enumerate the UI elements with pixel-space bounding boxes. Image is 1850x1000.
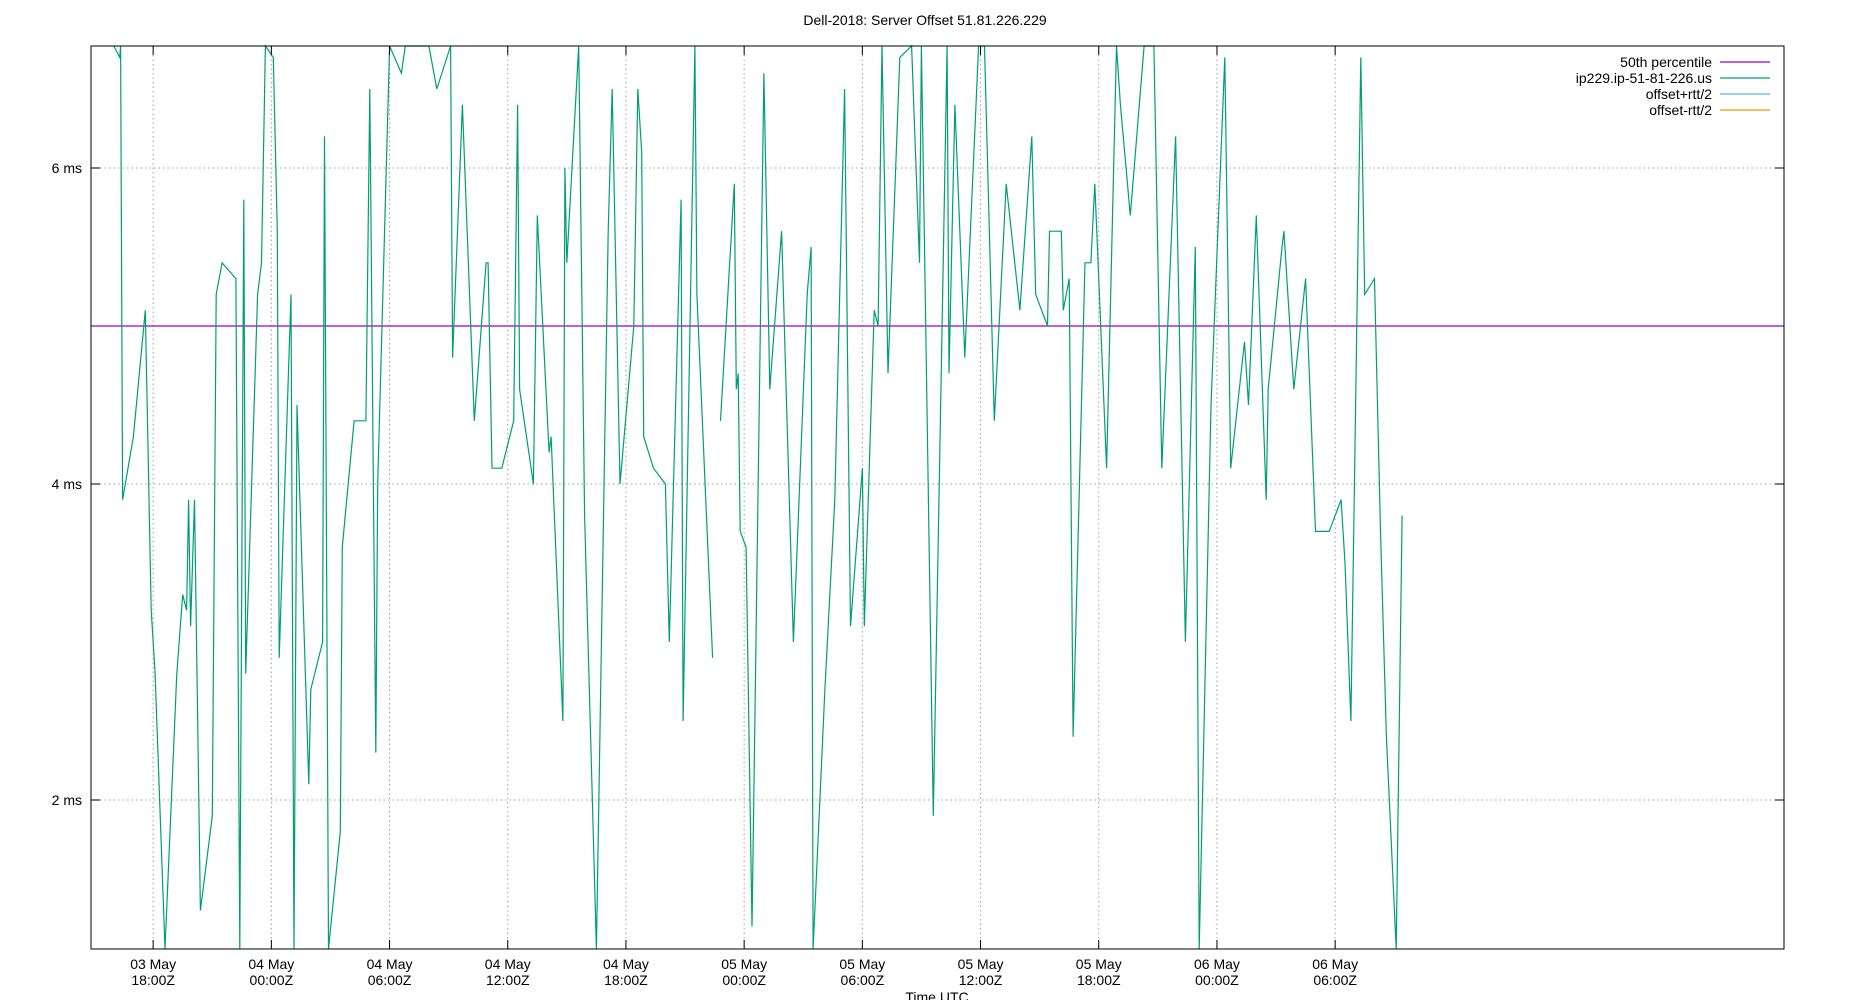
series-layer xyxy=(91,44,1784,950)
x-tick-label-date: 03 May xyxy=(130,956,176,972)
y-tick-label: 6 ms xyxy=(52,160,82,176)
x-tick-label-time: 18:00Z xyxy=(1077,972,1121,988)
legend-label: 50th percentile xyxy=(1620,54,1712,70)
x-tick-label-time: 06:00Z xyxy=(841,972,885,988)
legend-item: offset+rtt/2 xyxy=(1646,86,1770,102)
offset-chart: Dell-2018: Server Offset 51.81.226.229 2… xyxy=(52,12,1785,1000)
chart-title: Dell-2018: Server Offset 51.81.226.229 xyxy=(803,12,1047,28)
x-tick-label-time: 18:00Z xyxy=(604,972,648,988)
x-tick-label-date: 05 May xyxy=(958,956,1004,972)
y-tick-label: 4 ms xyxy=(52,476,82,492)
x-tick-label-date: 05 May xyxy=(1076,956,1122,972)
plot-frame xyxy=(90,45,1785,950)
x-axis-title: Time UTC xyxy=(905,989,968,1000)
x-tick-label-time: 18:00Z xyxy=(131,972,175,988)
grid-layer xyxy=(91,46,1784,949)
legend: 50th percentileip229.ip-51-81-226.usoffs… xyxy=(1576,54,1770,118)
x-tick-label-date: 04 May xyxy=(367,956,413,972)
x-tick-label-date: 06 May xyxy=(1312,956,1358,972)
legend-item: 50th percentile xyxy=(1620,54,1770,70)
legend-label: offset+rtt/2 xyxy=(1646,86,1712,102)
x-tick-label-time: 12:00Z xyxy=(959,972,1003,988)
x-tick-label-date: 04 May xyxy=(603,956,649,972)
x-tick-label-date: 05 May xyxy=(839,956,885,972)
series-line-offset xyxy=(113,44,714,950)
y-tick-label: 2 ms xyxy=(52,792,82,808)
x-tick-label-time: 00:00Z xyxy=(722,972,766,988)
x-tick-label-date: 05 May xyxy=(721,956,767,972)
legend-label: offset-rtt/2 xyxy=(1649,102,1712,118)
axis-layer: 2 ms4 ms6 ms8 ms10 ms03 May18:00Z04 May0… xyxy=(52,46,1784,988)
x-tick-label-date: 06 May xyxy=(1194,956,1240,972)
legend-item: ip229.ip-51-81-226.us xyxy=(1576,70,1770,86)
series-line-offset xyxy=(719,44,1403,950)
x-tick-label-time: 06:00Z xyxy=(1313,972,1357,988)
x-tick-label-time: 00:00Z xyxy=(1195,972,1239,988)
x-tick-label-time: 12:00Z xyxy=(486,972,530,988)
x-tick-label-date: 04 May xyxy=(248,956,294,972)
x-tick-label-time: 00:00Z xyxy=(250,972,294,988)
x-tick-label-time: 06:00Z xyxy=(368,972,412,988)
legend-label: ip229.ip-51-81-226.us xyxy=(1576,70,1712,86)
x-tick-label-date: 04 May xyxy=(485,956,531,972)
legend-item: offset-rtt/2 xyxy=(1649,102,1770,118)
